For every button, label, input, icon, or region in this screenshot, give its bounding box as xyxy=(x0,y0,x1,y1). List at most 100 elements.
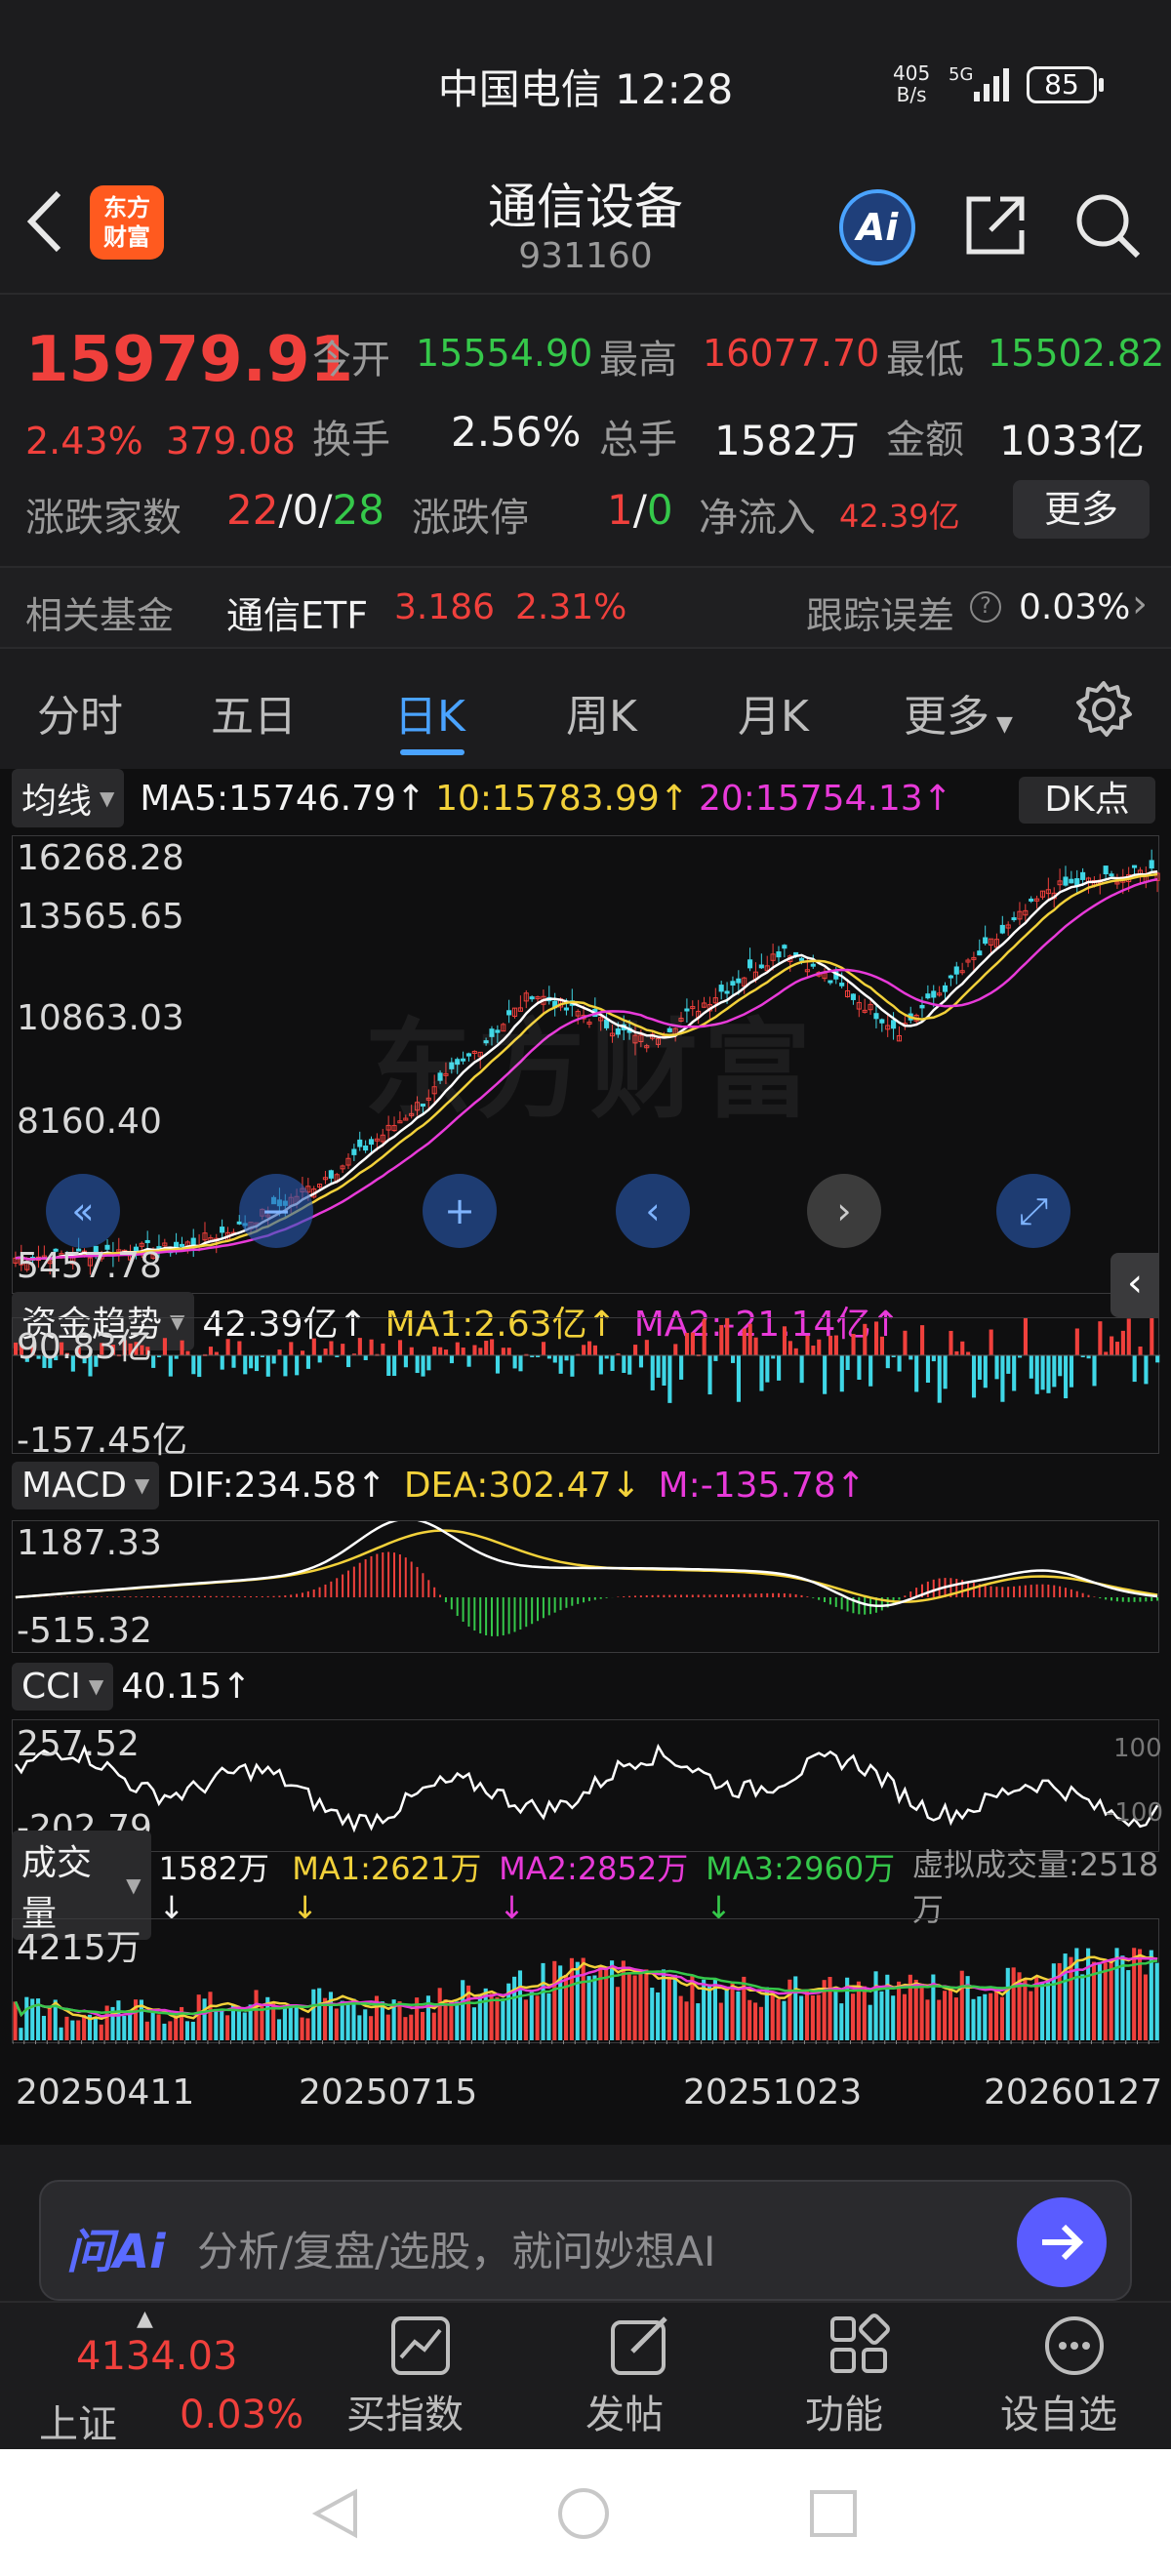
candle xyxy=(977,950,983,956)
tab-weekly-k[interactable]: 周K xyxy=(566,681,637,744)
low-value: 15502.82 xyxy=(988,332,1165,375)
flow-bar xyxy=(903,1330,908,1355)
volume-bar xyxy=(610,1960,615,2040)
chart-icon xyxy=(372,2313,468,2383)
search-icon[interactable] xyxy=(1071,189,1142,263)
volume-bar xyxy=(828,1977,832,2040)
dk-point-button[interactable]: DK点 xyxy=(1019,777,1155,824)
volume-ma1: MA1:2621万↓ xyxy=(292,1850,482,1926)
ma20-value: 20:15754.13↑ xyxy=(698,778,952,819)
more-button[interactable]: 更多 xyxy=(1013,480,1150,539)
volume-bar xyxy=(403,2017,408,2040)
fundflow-top-label: 90.83亿 xyxy=(17,1327,153,1367)
related-fund-row[interactable]: 相关基金 通信ETF 3.186 2.31% 跟踪误差 ? 0.03% › xyxy=(0,566,1171,649)
cci-header: CCI ▼ 40.15↑ xyxy=(12,1661,252,1711)
tab-timeshare[interactable]: 分时 xyxy=(37,681,123,744)
step-forward-icon[interactable]: › xyxy=(807,1174,881,1248)
volume-bar xyxy=(873,1971,878,2040)
volume-bar xyxy=(529,1990,534,2040)
nav-add-watchlist[interactable]: 设自选 xyxy=(995,2313,1122,2439)
help-icon[interactable]: ? xyxy=(970,591,1001,623)
volume-bar xyxy=(242,2012,247,2040)
macd-dif: DIF:234.58↑ xyxy=(167,1465,386,1506)
flow-bar xyxy=(954,1350,959,1355)
volume-bar xyxy=(833,1986,838,2040)
ma-indicator-dropdown[interactable]: 均线 ▼ xyxy=(12,769,125,827)
volume-bar xyxy=(541,1962,545,2040)
tab-five-day[interactable]: 五日 xyxy=(211,681,297,744)
settings-gear-icon[interactable] xyxy=(1073,679,1134,744)
watermark: 东方财富 xyxy=(364,1008,817,1133)
zoom-in-icon[interactable]: + xyxy=(423,1174,497,1248)
candle xyxy=(999,924,1005,934)
flow-bar xyxy=(1069,1355,1074,1388)
nav-functions[interactable]: 功能 xyxy=(781,2313,908,2439)
turnover-label: 换手 xyxy=(312,418,390,463)
volume-bar xyxy=(282,2005,287,2040)
volume-bar xyxy=(523,1999,528,2040)
zoom-out-icon[interactable]: − xyxy=(239,1174,313,1248)
volume-bar xyxy=(1114,1948,1119,2040)
flow-bar xyxy=(851,1334,856,1355)
volume-bar xyxy=(150,2010,155,2040)
macd-dropdown[interactable]: MACD ▼ xyxy=(12,1461,160,1509)
volume-bar xyxy=(431,2012,436,2040)
flow-bar xyxy=(490,1339,495,1355)
cci-dropdown[interactable]: CCI ▼ xyxy=(12,1662,114,1711)
tab-monthly-k[interactable]: 月K xyxy=(738,681,809,744)
tab-more[interactable]: 更多 ▼ xyxy=(904,681,1013,744)
date-label: 20250715 xyxy=(299,2073,478,2113)
quote-panel: 15979.91 2.43% 379.08 今开 15554.90 最高 160… xyxy=(0,293,1171,566)
flow-bar xyxy=(707,1355,712,1395)
flow-bar xyxy=(1052,1355,1057,1388)
tab-daily-k[interactable]: 日K xyxy=(394,681,465,744)
volume-bar xyxy=(862,1986,867,2040)
fullscreen-icon[interactable]: ⤢ xyxy=(996,1174,1070,1248)
system-back-icon[interactable] xyxy=(308,2486,363,2545)
flow-bar xyxy=(426,1355,431,1371)
volume-bar xyxy=(345,2002,350,2040)
collapse-panel-icon[interactable]: ‹ xyxy=(1110,1253,1159,1317)
index-value[interactable]: 4134.03 xyxy=(76,2334,237,2379)
volume-bar xyxy=(902,1993,908,2040)
flow-bar xyxy=(725,1317,730,1355)
candle xyxy=(351,1148,357,1155)
system-recents-icon[interactable] xyxy=(808,2488,859,2543)
volume-bar xyxy=(363,2009,368,2040)
candle xyxy=(942,985,949,992)
kline-panel[interactable]: 东方财富 16268.28 13565.65 10863.03 8160.40 … xyxy=(12,835,1160,1294)
flow-bar xyxy=(564,1355,569,1361)
step-back-icon[interactable]: ‹ xyxy=(616,1174,690,1248)
volume-ma2: MA2:2852万↓ xyxy=(499,1850,689,1926)
fast-back-icon[interactable]: « xyxy=(46,1174,120,1248)
nav-post[interactable]: 发帖 xyxy=(561,2313,688,2439)
volume-bar xyxy=(592,1975,597,2040)
system-home-icon[interactable] xyxy=(556,2486,611,2545)
candle xyxy=(879,1019,885,1024)
flow-bar xyxy=(317,1355,322,1363)
ai-input[interactable]: 问Ai 分析/复盘/选股，就问妙想AI xyxy=(39,2180,1132,2301)
volume-bar xyxy=(868,2004,872,2040)
volume-bar xyxy=(661,1969,666,2040)
volume-bar xyxy=(1103,1962,1108,2040)
send-arrow-icon[interactable] xyxy=(1017,2197,1107,2287)
flow-bar xyxy=(765,1355,770,1383)
volume-bar xyxy=(615,1987,621,2040)
flow-bar xyxy=(225,1339,230,1355)
nav-buy-index[interactable]: 买指数 xyxy=(342,2313,468,2439)
flow-bar xyxy=(914,1355,919,1392)
flow-bar xyxy=(598,1355,603,1375)
index-pct[interactable]: 0.03% xyxy=(180,2393,303,2437)
flow-bar xyxy=(162,1338,167,1355)
volume-bar xyxy=(730,1982,735,2040)
active-tab-indicator xyxy=(400,749,464,755)
ai-logo: 问Ai xyxy=(66,2225,166,2279)
ai-button[interactable]: Ai xyxy=(839,189,915,265)
volume-bar xyxy=(334,2008,339,2040)
flow-bar xyxy=(174,1355,179,1359)
flow-bar xyxy=(731,1355,736,1363)
volume-bar xyxy=(24,1996,29,2040)
share-icon[interactable] xyxy=(961,191,1030,263)
index-name[interactable]: 上证 xyxy=(39,2393,117,2449)
candle xyxy=(758,964,764,969)
